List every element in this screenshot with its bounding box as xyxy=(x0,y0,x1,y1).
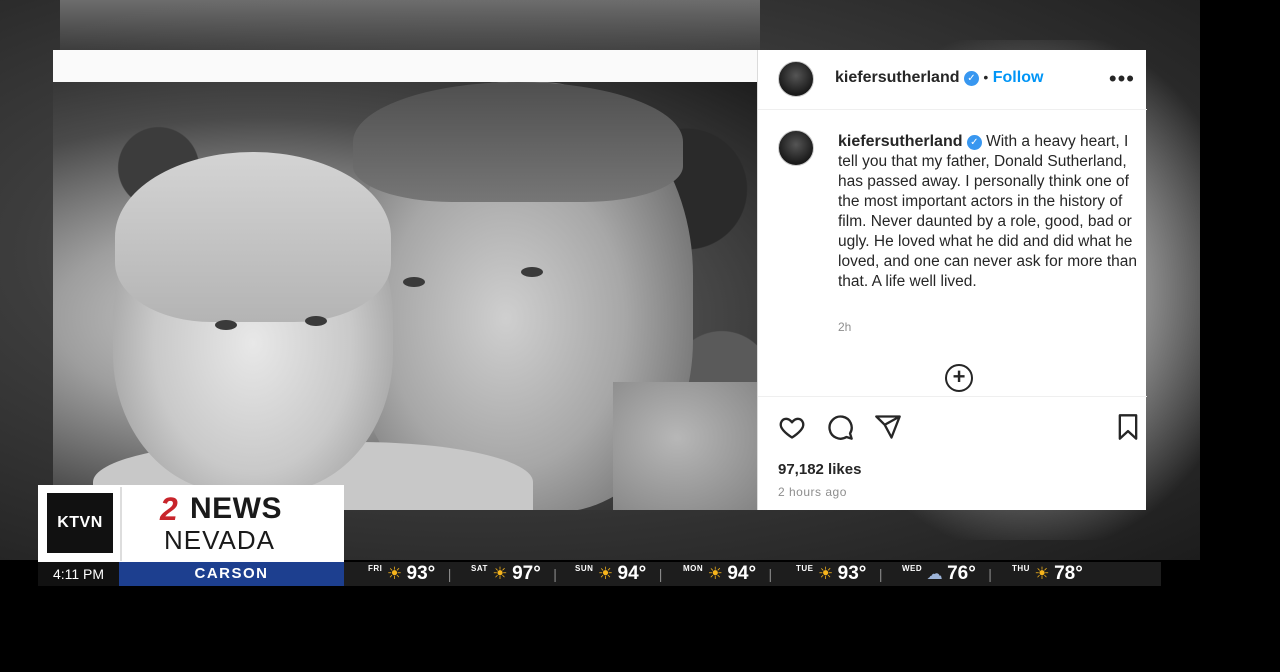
forecast-separator: | xyxy=(447,566,452,582)
sun-icon: ☀ xyxy=(492,564,508,583)
sun-icon: ☀ xyxy=(597,564,614,583)
clock: 4:11 PM xyxy=(38,562,119,586)
post-actions: 97,182 likes 2 hours ago xyxy=(758,396,1147,510)
forecast-temp: 94° xyxy=(727,563,757,584)
caption-username-link[interactable]: kiefersutherland xyxy=(838,133,962,150)
caption-avatar[interactable] xyxy=(778,130,814,166)
photo-child-eye xyxy=(305,316,327,326)
forecast-day: SUN xyxy=(575,564,594,573)
photo-top-strip xyxy=(53,50,757,82)
more-options-icon[interactable]: ••• xyxy=(1109,66,1135,92)
caption-text: With a heavy heart, I tell you that my f… xyxy=(838,133,1137,290)
logo-divider xyxy=(120,487,122,561)
forecast-temp: 93° xyxy=(406,563,436,584)
forecast-temp: 76° xyxy=(947,563,976,584)
post-header: kiefersutherland ✓ • Follow ••• xyxy=(758,50,1147,110)
forecast-day: THU xyxy=(1012,564,1030,573)
city-label: CARSON xyxy=(119,562,344,586)
forecast-temp: 97° xyxy=(512,563,541,584)
post-sidebar: kiefersutherland ✓ • Follow ••• kiefersu… xyxy=(757,50,1147,510)
forecast-separator: | xyxy=(658,566,663,582)
brand-number: 2 xyxy=(160,491,178,527)
sun-icon: ☀ xyxy=(1034,564,1050,583)
photo-child-eye xyxy=(215,320,237,330)
post-caption: kiefersutherland ✓ With a heavy heart, I… xyxy=(838,132,1138,292)
forecast-sun: SUN ☀ 94° | xyxy=(575,562,662,586)
sun-icon: ☀ xyxy=(817,564,834,583)
comment-icon[interactable] xyxy=(826,413,854,441)
forecast-temp: 78° xyxy=(1054,563,1083,584)
likes-count[interactable]: 97,182 likes xyxy=(778,461,861,478)
forecast-day: FRI xyxy=(368,564,383,573)
photo-shirt xyxy=(613,382,757,510)
forecast-separator: | xyxy=(553,566,557,582)
sun-icon: ☀ xyxy=(386,564,403,583)
avatar[interactable] xyxy=(778,61,814,97)
forecast-separator: | xyxy=(768,566,773,582)
post-time-ago: 2 hours ago xyxy=(778,485,847,499)
forecast-day: MON xyxy=(683,564,704,573)
forecast-day: TUE xyxy=(796,564,814,573)
forecast-mon: MON ☀ 94° | xyxy=(683,562,772,586)
brand-news: NEWS xyxy=(190,492,282,525)
sun-icon: ☀ xyxy=(707,564,723,583)
forecast-thu: THU ☀ 78° xyxy=(1012,562,1083,586)
photo-child-hair xyxy=(115,152,391,322)
forecast-sat: SAT ☀ 97° | xyxy=(471,562,557,586)
post-photo[interactable] xyxy=(53,82,757,510)
weather-ticker: 4:11 PM CARSON FRI ☀ 93° | SAT ☀ 97° | S… xyxy=(38,562,1161,586)
instagram-post: kiefersutherland ✓ • Follow ••• kiefersu… xyxy=(53,50,1147,510)
forecast-temp: 94° xyxy=(617,563,647,584)
caption-timestamp: 2h xyxy=(838,320,852,334)
follow-button[interactable]: Follow xyxy=(993,69,1044,86)
username-link[interactable]: kiefersutherland xyxy=(835,69,959,86)
forecast-day: SAT xyxy=(471,564,488,573)
forecast-wed: WED ☁ 76° | xyxy=(902,562,992,586)
ktvn-logo: KTVN xyxy=(47,493,113,553)
load-more-comments-icon[interactable]: + xyxy=(945,364,973,392)
header-user-line: kiefersutherland ✓ • Follow xyxy=(835,69,1043,87)
brand-region: NEVADA xyxy=(164,525,275,555)
wind-cloud-icon: ☁ xyxy=(926,566,943,583)
photo-man-eye xyxy=(403,277,425,287)
like-heart-icon[interactable] xyxy=(778,413,806,441)
forecast-tue: TUE ☀ 93° | xyxy=(796,562,882,586)
right-letterbox xyxy=(1200,0,1280,672)
forecast-separator: | xyxy=(988,566,992,582)
caption-verified-icon: ✓ xyxy=(966,135,982,150)
forecast-separator: | xyxy=(878,566,883,582)
forecast-day: WED xyxy=(902,564,923,573)
share-send-icon[interactable] xyxy=(874,413,902,441)
verified-badge-icon: ✓ xyxy=(963,71,979,86)
photo-man-eye xyxy=(521,267,543,277)
photo-man-hair xyxy=(353,82,683,202)
separator-dot: • xyxy=(983,69,989,85)
forecast-temp: 93° xyxy=(837,563,867,584)
forecast-fri: FRI ☀ 93° | xyxy=(368,562,451,586)
save-bookmark-icon[interactable] xyxy=(1114,413,1142,441)
